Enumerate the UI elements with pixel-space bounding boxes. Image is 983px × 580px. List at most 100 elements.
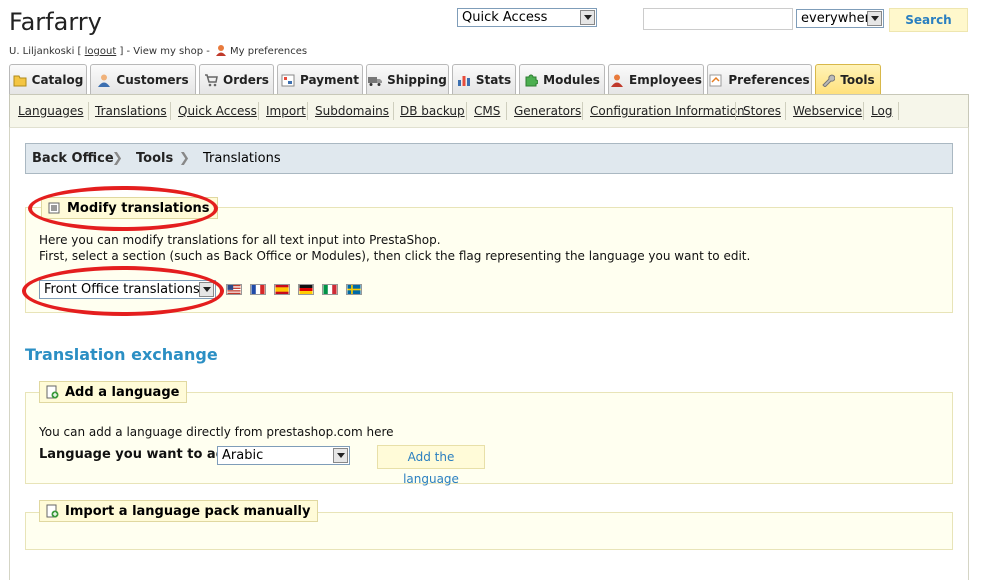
subnav-webservice[interactable]: Webservice [793, 104, 862, 118]
breadcrumb-parent[interactable]: Tools [136, 151, 173, 166]
legend-label: Modify translations [67, 200, 210, 216]
tab-label: Employees [629, 73, 702, 87]
tab-preferences[interactable]: Preferences [707, 64, 812, 95]
tab-label: Catalog [31, 73, 84, 87]
wrench-icon [822, 74, 836, 87]
add-document-icon [46, 504, 59, 518]
tab-payment[interactable]: Payment [277, 64, 363, 95]
breadcrumb: Back Office ❯ Tools ❯ Translations [25, 143, 953, 174]
document-icon [48, 202, 60, 214]
tab-label: Shipping [387, 73, 447, 87]
user-icon [216, 45, 227, 56]
modify-description-2: First, select a section (such as Back Of… [39, 249, 751, 263]
fr-flag-icon[interactable] [250, 284, 266, 295]
modify-translations-legend: Modify translations [41, 197, 218, 219]
tab-shipping[interactable]: Shipping [366, 64, 449, 95]
translation-section-select[interactable]: Front Office translations [39, 280, 216, 299]
sv-flag-icon[interactable] [346, 284, 362, 295]
legend-label: Add a language [65, 384, 180, 400]
chevron-right-icon: ❯ [179, 151, 190, 166]
divider [466, 102, 467, 120]
tab-label: Tools [840, 73, 875, 87]
customer-icon [98, 74, 111, 87]
subnav-cms[interactable]: CMS [474, 104, 500, 118]
folder-icon [13, 75, 27, 87]
payment-icon [281, 74, 295, 87]
tab-label: Modules [543, 73, 600, 87]
shop-title: Farfarry [9, 8, 102, 36]
subnav-stores[interactable]: Stores [743, 104, 781, 118]
quick-access-select[interactable]: Quick Access [457, 8, 597, 27]
subnav-import[interactable]: Import [266, 104, 306, 118]
subnav-db-backup[interactable]: DB backup [400, 104, 465, 118]
language-flags [226, 284, 370, 295]
tab-customers[interactable]: Customers [90, 64, 196, 95]
subnav-log[interactable]: Log [871, 104, 892, 118]
tab-label: Payment [300, 73, 359, 87]
divider [393, 102, 394, 120]
add-language-button[interactable]: Add the language [377, 445, 485, 486]
subnav-configuration-information[interactable]: Configuration Information [590, 104, 745, 118]
tab-orders[interactable]: Orders [199, 64, 274, 95]
modify-description-1: Here you can modify translations for all… [39, 233, 441, 247]
subnav-languages[interactable]: Languages [18, 104, 83, 118]
divider [307, 102, 308, 120]
user-prefix: U. Liljankoski [ [9, 46, 85, 57]
subnav-quick-access[interactable]: Quick Access [178, 104, 257, 118]
chevron-down-icon [867, 11, 882, 26]
my-preferences-link[interactable]: My preferences [230, 46, 307, 57]
tab-catalog[interactable]: Catalog [9, 64, 87, 95]
tools-subnav: Languages Translations Quick Access Impo… [9, 94, 969, 128]
tab-stats[interactable]: Stats [452, 64, 516, 95]
add-language-description: You can add a language directly from pre… [39, 425, 394, 439]
quick-access-value: Quick Access [462, 10, 548, 25]
divider [88, 102, 89, 120]
it-flag-icon[interactable] [322, 284, 338, 295]
divider [863, 102, 864, 120]
legend-label: Import a language pack manually [65, 503, 311, 519]
stats-icon [457, 76, 470, 86]
subnav-translations[interactable]: Translations [95, 104, 167, 118]
divider [506, 102, 507, 120]
divider [582, 102, 583, 120]
puzzle-icon [525, 74, 539, 87]
user-line: U. Liljankoski [ logout ] - View my shop… [9, 44, 307, 57]
chevron-down-icon [199, 282, 214, 297]
tab-label: Preferences [728, 73, 810, 87]
subnav-subdomains[interactable]: Subdomains [315, 104, 389, 118]
import-language-legend: Import a language pack manually [39, 500, 319, 522]
divider [898, 102, 899, 120]
truck-icon [368, 77, 383, 86]
tab-label: Orders [223, 73, 269, 87]
add-language-legend: Add a language [39, 381, 188, 403]
chevron-right-icon: ❯ [112, 151, 123, 166]
search-button[interactable]: Search [889, 8, 968, 32]
divider [735, 102, 736, 120]
de-flag-icon[interactable] [298, 284, 314, 295]
chevron-down-icon [333, 448, 348, 463]
divider [170, 102, 171, 120]
subnav-generators[interactable]: Generators [514, 104, 581, 118]
cart-icon [205, 74, 218, 87]
translation-exchange-heading: Translation exchange [25, 345, 218, 364]
en-flag-icon[interactable] [226, 284, 242, 295]
language-to-add-value: Arabic [222, 448, 264, 463]
search-input[interactable] [643, 8, 793, 30]
preferences-icon [709, 74, 722, 87]
language-to-add-select[interactable]: Arabic [217, 446, 350, 465]
translation-section-value: Front Office translations [44, 282, 200, 297]
tab-tools[interactable]: Tools [815, 64, 881, 95]
add-document-icon [46, 385, 59, 399]
tab-modules[interactable]: Modules [519, 64, 605, 95]
divider [785, 102, 786, 120]
tab-employees[interactable]: Employees [608, 64, 704, 95]
search-scope-select[interactable]: everywhere [796, 9, 884, 28]
add-language-label: Language you want to add: [39, 447, 240, 462]
tab-label: Customers [116, 73, 189, 87]
breadcrumb-root[interactable]: Back Office [32, 151, 114, 166]
employee-icon [611, 74, 624, 87]
logout-link[interactable]: logout [85, 46, 117, 57]
es-flag-icon[interactable] [274, 284, 290, 295]
breadcrumb-current: Translations [203, 151, 281, 166]
user-suffix: ] - View my shop - [116, 46, 214, 57]
